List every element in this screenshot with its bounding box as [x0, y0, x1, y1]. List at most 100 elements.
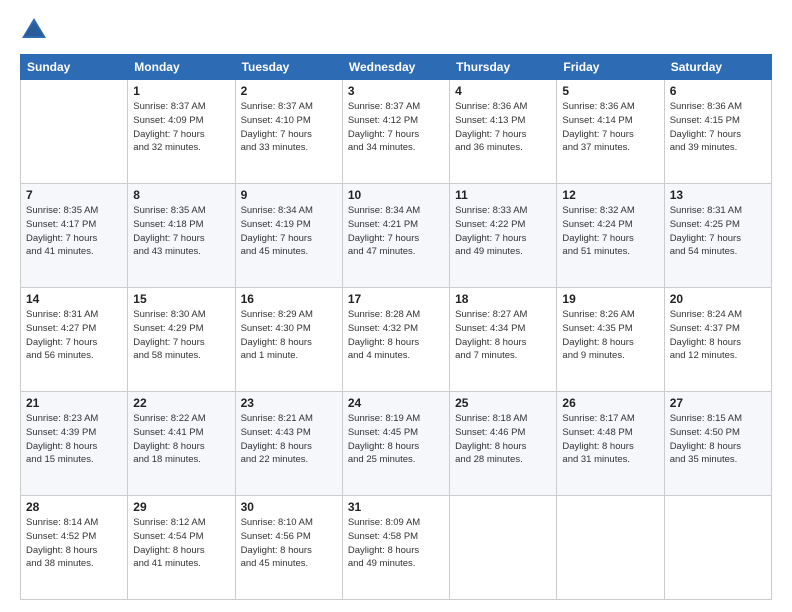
day-info: Sunrise: 8:24 AMSunset: 4:37 PMDaylight:… — [670, 308, 766, 363]
day-info: Sunrise: 8:23 AMSunset: 4:39 PMDaylight:… — [26, 412, 122, 467]
day-info: Sunrise: 8:35 AMSunset: 4:18 PMDaylight:… — [133, 204, 229, 259]
calendar-cell: 22 Sunrise: 8:22 AMSunset: 4:41 PMDayligh… — [128, 392, 235, 496]
page: SundayMondayTuesdayWednesdayThursdayFrid… — [0, 0, 792, 612]
day-info: Sunrise: 8:36 AMSunset: 4:14 PMDaylight:… — [562, 100, 658, 155]
day-info: Sunrise: 8:28 AMSunset: 4:32 PMDaylight:… — [348, 308, 444, 363]
day-number: 10 — [348, 188, 444, 202]
day-number: 29 — [133, 500, 229, 514]
day-info: Sunrise: 8:09 AMSunset: 4:58 PMDaylight:… — [348, 516, 444, 571]
calendar-cell: 21 Sunrise: 8:23 AMSunset: 4:39 PMDayligh… — [21, 392, 128, 496]
week-row-4: 28Sunrise: 8:14 AMSunset: 4:52 PMDayligh… — [21, 496, 772, 600]
day-number: 28 — [26, 500, 122, 514]
calendar-cell: 2Sunrise: 8:37 AMSunset: 4:10 PMDaylight… — [235, 80, 342, 184]
day-number: 5 — [562, 84, 658, 98]
week-row-0: 1 Sunrise: 8:37 AMSunset: 4:09 PMDaylight… — [21, 80, 772, 184]
calendar-cell: 18 Sunrise: 8:27 AMSunset: 4:34 PMDayligh… — [450, 288, 557, 392]
weekday-header-tuesday: Tuesday — [235, 55, 342, 80]
weekday-header-monday: Monday — [128, 55, 235, 80]
day-info: Sunrise: 8:30 AMSunset: 4:29 PMDaylight:… — [133, 308, 229, 363]
day-number: 18 — [455, 292, 551, 306]
day-number: 14 — [26, 292, 122, 306]
weekday-header-wednesday: Wednesday — [342, 55, 449, 80]
day-info: Sunrise: 8:35 AMSunset: 4:17 PMDaylight:… — [26, 204, 122, 259]
week-row-3: 21 Sunrise: 8:23 AMSunset: 4:39 PMDayligh… — [21, 392, 772, 496]
day-info: Sunrise: 8:37 AMSunset: 4:10 PMDaylight:… — [241, 100, 337, 155]
day-number: 22 — [133, 396, 229, 410]
logo — [20, 16, 52, 44]
day-number: 20 — [670, 292, 766, 306]
calendar-cell: 10Sunrise: 8:34 AMSunset: 4:21 PMDayligh… — [342, 184, 449, 288]
day-number: 27 — [670, 396, 766, 410]
day-info: Sunrise: 8:33 AMSunset: 4:22 PMDaylight:… — [455, 204, 551, 259]
header — [20, 16, 772, 44]
day-number: 15 — [133, 292, 229, 306]
day-number: 30 — [241, 500, 337, 514]
calendar-cell: 19 Sunrise: 8:26 AMSunset: 4:35 PMDayligh… — [557, 288, 664, 392]
day-number: 16 — [241, 292, 337, 306]
day-number: 24 — [348, 396, 444, 410]
weekday-header-saturday: Saturday — [664, 55, 771, 80]
day-number: 21 — [26, 396, 122, 410]
day-info: Sunrise: 8:19 AMSunset: 4:45 PMDaylight:… — [348, 412, 444, 467]
day-number: 23 — [241, 396, 337, 410]
logo-icon — [20, 16, 48, 44]
calendar-cell: 20 Sunrise: 8:24 AMSunset: 4:37 PMDayligh… — [664, 288, 771, 392]
day-info: Sunrise: 8:10 AMSunset: 4:56 PMDaylight:… — [241, 516, 337, 571]
day-info: Sunrise: 8:27 AMSunset: 4:34 PMDaylight:… — [455, 308, 551, 363]
calendar-cell: 17 Sunrise: 8:28 AMSunset: 4:32 PMDayligh… — [342, 288, 449, 392]
day-info: Sunrise: 8:15 AMSunset: 4:50 PMDaylight:… — [670, 412, 766, 467]
calendar-cell: 16Sunrise: 8:29 AMSunset: 4:30 PMDayligh… — [235, 288, 342, 392]
calendar-cell: 31Sunrise: 8:09 AMSunset: 4:58 PMDayligh… — [342, 496, 449, 600]
day-info: Sunrise: 8:32 AMSunset: 4:24 PMDaylight:… — [562, 204, 658, 259]
day-info: Sunrise: 8:34 AMSunset: 4:19 PMDaylight:… — [241, 204, 337, 259]
calendar-cell: 4 Sunrise: 8:36 AMSunset: 4:13 PMDaylight… — [450, 80, 557, 184]
day-number: 17 — [348, 292, 444, 306]
calendar-cell: 15 Sunrise: 8:30 AMSunset: 4:29 PMDayligh… — [128, 288, 235, 392]
day-info: Sunrise: 8:17 AMSunset: 4:48 PMDaylight:… — [562, 412, 658, 467]
calendar-cell: 25Sunrise: 8:18 AMSunset: 4:46 PMDayligh… — [450, 392, 557, 496]
calendar-cell: 8 Sunrise: 8:35 AMSunset: 4:18 PMDaylight… — [128, 184, 235, 288]
day-number: 12 — [562, 188, 658, 202]
day-number: 25 — [455, 396, 551, 410]
day-number: 1 — [133, 84, 229, 98]
calendar-cell: 13Sunrise: 8:31 AMSunset: 4:25 PMDayligh… — [664, 184, 771, 288]
week-row-2: 14Sunrise: 8:31 AMSunset: 4:27 PMDayligh… — [21, 288, 772, 392]
day-info: Sunrise: 8:31 AMSunset: 4:25 PMDaylight:… — [670, 204, 766, 259]
day-number: 8 — [133, 188, 229, 202]
calendar-cell: 5 Sunrise: 8:36 AMSunset: 4:14 PMDaylight… — [557, 80, 664, 184]
calendar-cell — [21, 80, 128, 184]
day-number: 19 — [562, 292, 658, 306]
week-row-1: 7Sunrise: 8:35 AMSunset: 4:17 PMDaylight… — [21, 184, 772, 288]
calendar-cell: 12 Sunrise: 8:32 AMSunset: 4:24 PMDayligh… — [557, 184, 664, 288]
day-info: Sunrise: 8:26 AMSunset: 4:35 PMDaylight:… — [562, 308, 658, 363]
calendar-cell — [557, 496, 664, 600]
calendar-cell: 26 Sunrise: 8:17 AMSunset: 4:48 PMDayligh… — [557, 392, 664, 496]
calendar-cell: 3 Sunrise: 8:37 AMSunset: 4:12 PMDaylight… — [342, 80, 449, 184]
weekday-header-sunday: Sunday — [21, 55, 128, 80]
calendar-cell — [450, 496, 557, 600]
weekday-header-row: SundayMondayTuesdayWednesdayThursdayFrid… — [21, 55, 772, 80]
day-number: 9 — [241, 188, 337, 202]
day-info: Sunrise: 8:37 AMSunset: 4:12 PMDaylight:… — [348, 100, 444, 155]
calendar-cell: 11 Sunrise: 8:33 AMSunset: 4:22 PMDayligh… — [450, 184, 557, 288]
day-number: 3 — [348, 84, 444, 98]
calendar-cell: 28Sunrise: 8:14 AMSunset: 4:52 PMDayligh… — [21, 496, 128, 600]
day-info: Sunrise: 8:37 AMSunset: 4:09 PMDaylight:… — [133, 100, 229, 155]
day-info: Sunrise: 8:21 AMSunset: 4:43 PMDaylight:… — [241, 412, 337, 467]
day-number: 11 — [455, 188, 551, 202]
day-number: 26 — [562, 396, 658, 410]
day-number: 4 — [455, 84, 551, 98]
calendar-cell: 24 Sunrise: 8:19 AMSunset: 4:45 PMDayligh… — [342, 392, 449, 496]
weekday-header-friday: Friday — [557, 55, 664, 80]
calendar-cell: 1 Sunrise: 8:37 AMSunset: 4:09 PMDaylight… — [128, 80, 235, 184]
day-info: Sunrise: 8:36 AMSunset: 4:13 PMDaylight:… — [455, 100, 551, 155]
calendar-cell: 30 Sunrise: 8:10 AMSunset: 4:56 PMDayligh… — [235, 496, 342, 600]
calendar-cell: 6Sunrise: 8:36 AMSunset: 4:15 PMDaylight… — [664, 80, 771, 184]
day-info: Sunrise: 8:22 AMSunset: 4:41 PMDaylight:… — [133, 412, 229, 467]
calendar-cell: 23 Sunrise: 8:21 AMSunset: 4:43 PMDayligh… — [235, 392, 342, 496]
day-number: 6 — [670, 84, 766, 98]
calendar-table: SundayMondayTuesdayWednesdayThursdayFrid… — [20, 54, 772, 600]
calendar-cell: 7Sunrise: 8:35 AMSunset: 4:17 PMDaylight… — [21, 184, 128, 288]
calendar-cell: 27 Sunrise: 8:15 AMSunset: 4:50 PMDayligh… — [664, 392, 771, 496]
calendar-cell: 14Sunrise: 8:31 AMSunset: 4:27 PMDayligh… — [21, 288, 128, 392]
